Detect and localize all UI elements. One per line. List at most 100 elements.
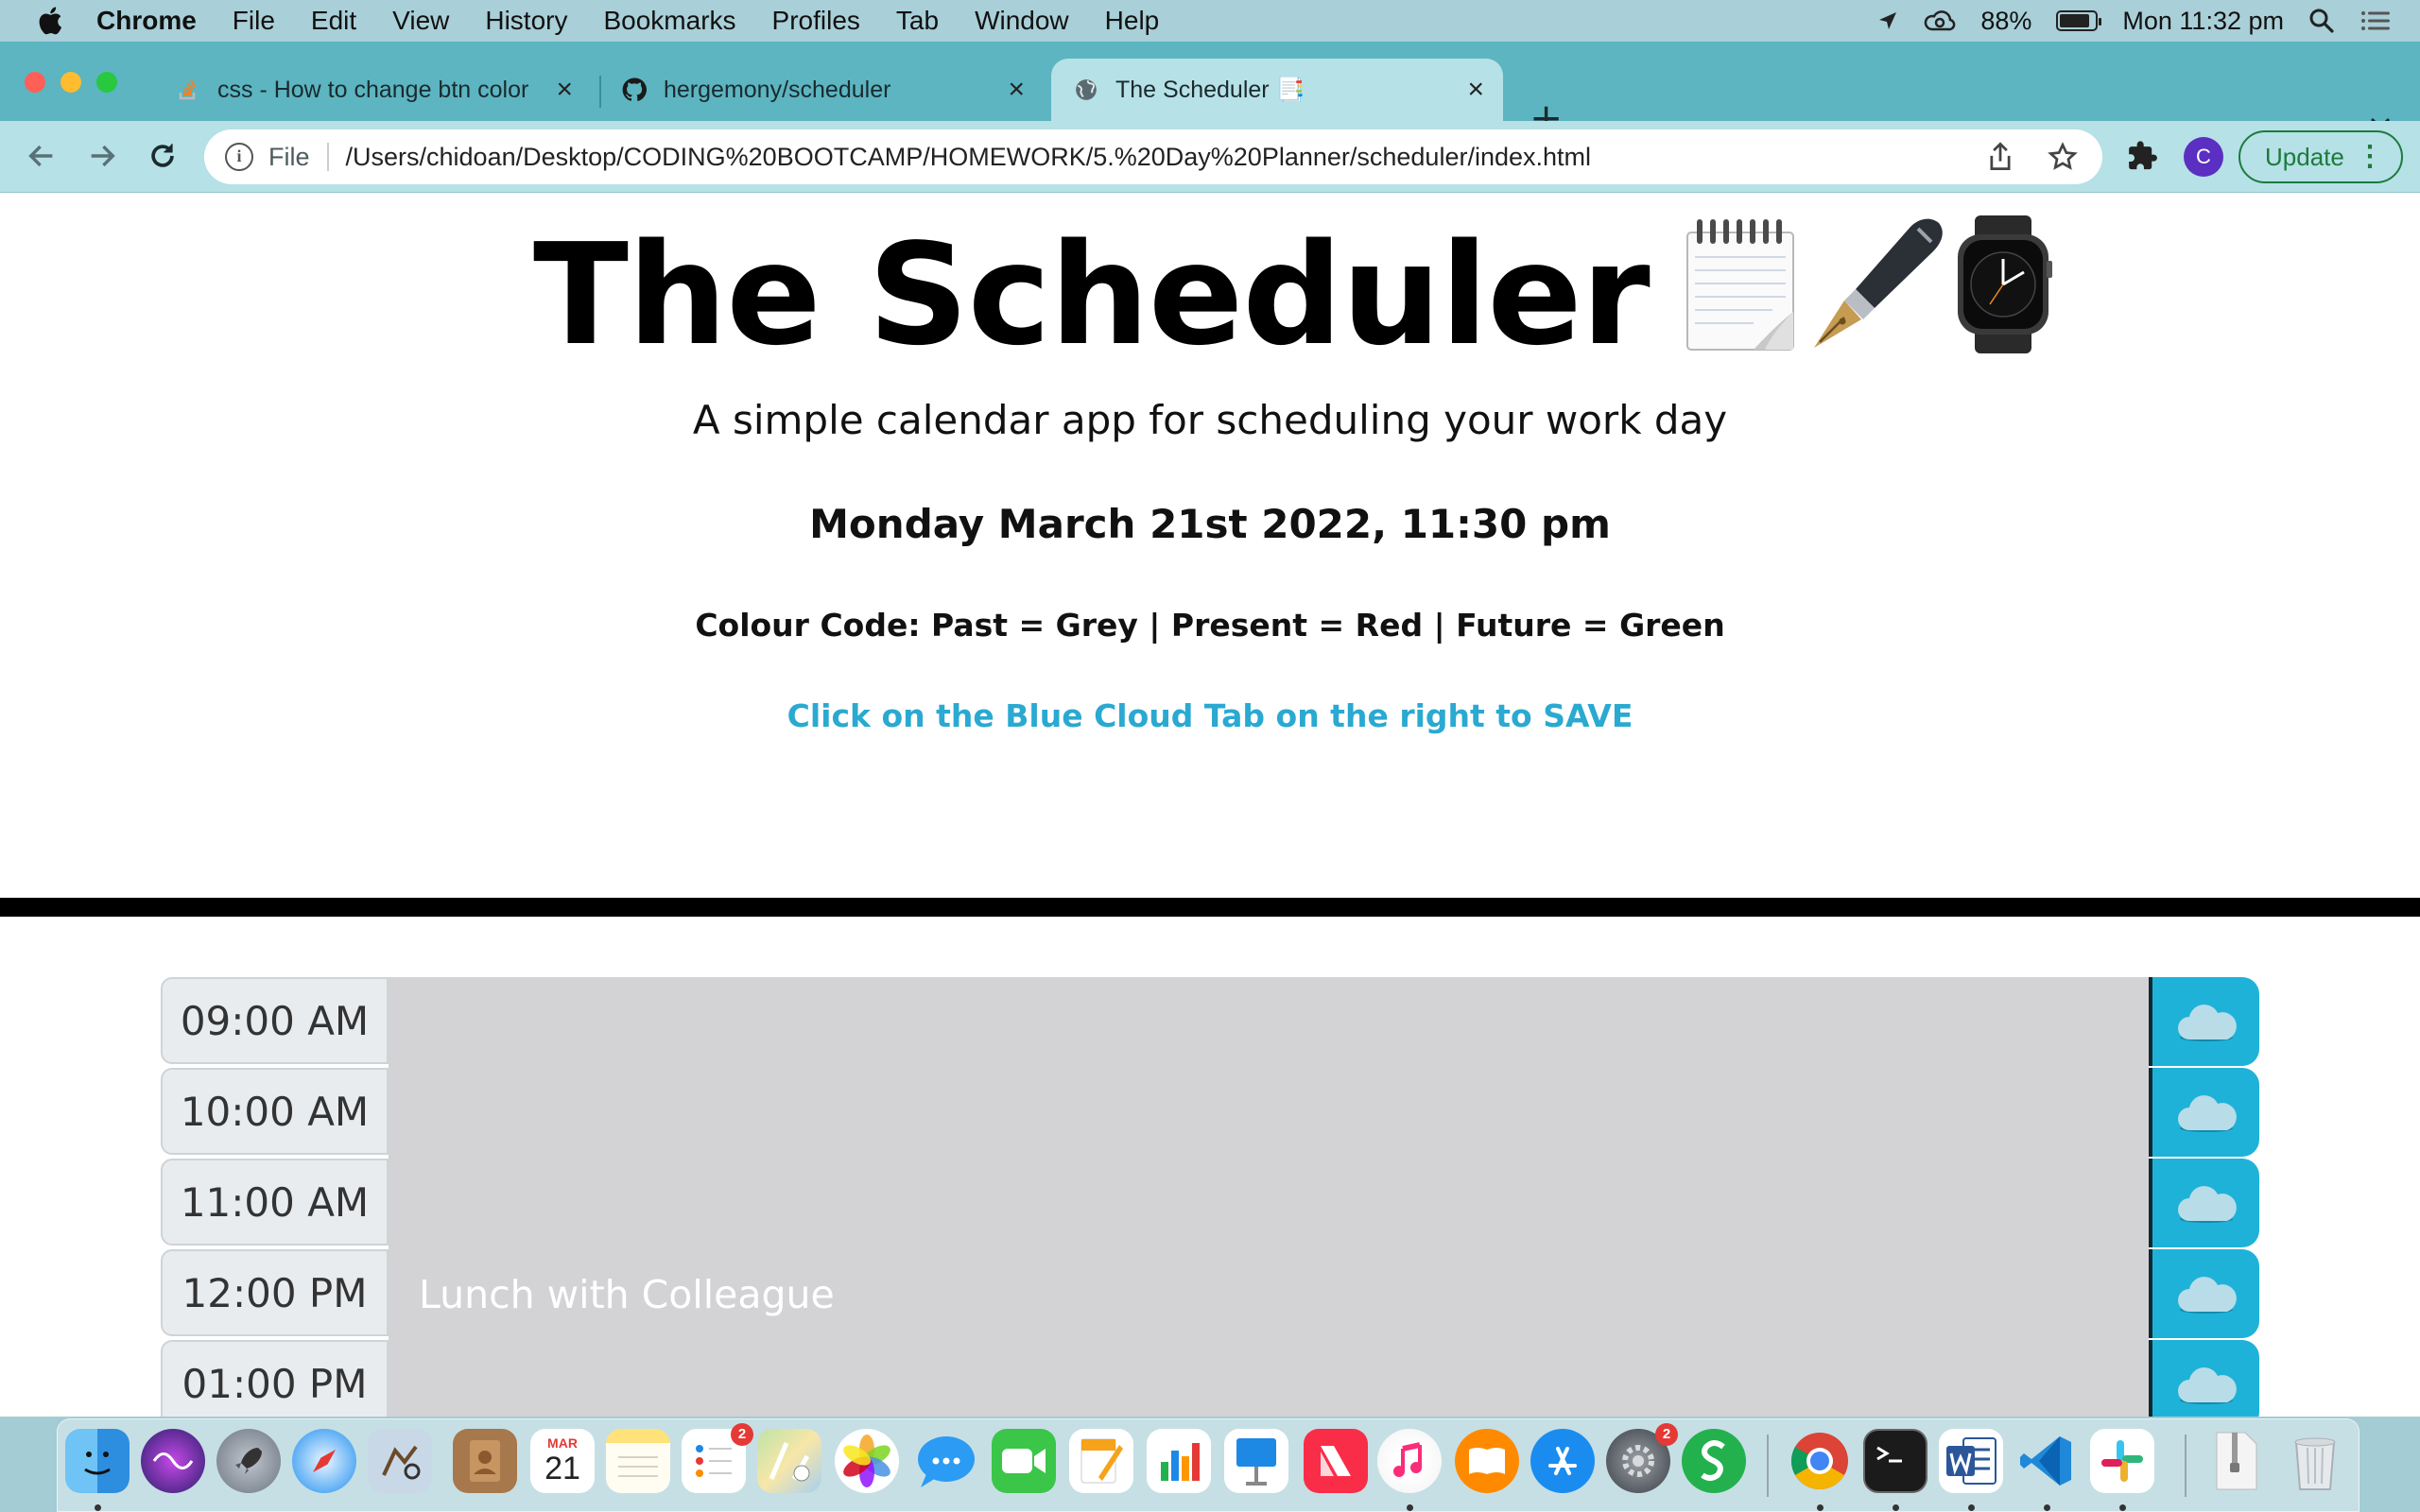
microsoft-word-icon[interactable] xyxy=(1939,1429,2003,1493)
kebab-menu-icon[interactable]: ⋮ xyxy=(2356,140,2384,173)
creative-cloud-icon[interactable] xyxy=(1924,9,1956,33)
scrivener-app-icon[interactable] xyxy=(1682,1429,1746,1493)
extensions-puzzle-icon[interactable] xyxy=(2127,140,2159,180)
menu-history[interactable]: History xyxy=(485,6,567,36)
stackoverflow-favicon-icon xyxy=(176,77,200,102)
running-indicator xyxy=(2119,1504,2126,1511)
save-button[interactable] xyxy=(2149,1249,2259,1338)
terminal-app-icon[interactable] xyxy=(1863,1429,1927,1493)
chrome-browser-icon[interactable] xyxy=(1788,1429,1852,1493)
save-button[interactable] xyxy=(2149,1340,2259,1417)
save-instructions: Click on the Blue Cloud Tab on the right… xyxy=(786,697,1634,734)
url-text[interactable]: /Users/chidoan/Desktop/CODING%20BOOTCAMP… xyxy=(346,143,1592,172)
maps-app-icon[interactable] xyxy=(757,1429,821,1493)
event-description-input[interactable] xyxy=(389,977,2149,1068)
menu-edit[interactable]: Edit xyxy=(311,6,356,36)
reload-icon[interactable] xyxy=(146,140,180,174)
tab-stackoverflow[interactable]: css - How to change btn color × xyxy=(168,59,592,121)
notes-app-icon[interactable] xyxy=(606,1429,670,1493)
hour-label: 10:00 AM xyxy=(161,1068,389,1155)
minimize-window-button[interactable] xyxy=(60,72,81,93)
menu-window[interactable]: Window xyxy=(975,6,1069,36)
event-description-input[interactable] xyxy=(389,1159,2149,1249)
spotlight-search-icon[interactable] xyxy=(2308,8,2335,34)
keynote-app-icon[interactable] xyxy=(1224,1429,1288,1493)
menu-view[interactable]: View xyxy=(392,6,449,36)
address-bar[interactable]: i File /Users/chidoan/Desktop/CODING%20B… xyxy=(204,129,2102,184)
page-subtitle: A simple calendar app for scheduling you… xyxy=(692,397,1728,443)
battery-icon[interactable] xyxy=(2056,10,2102,31)
location-arrow-icon[interactable] xyxy=(1876,9,1899,32)
tab-the-scheduler[interactable]: The Scheduler 📑 × xyxy=(1051,59,1503,121)
contacts-book-icon[interactable] xyxy=(453,1429,517,1493)
preview-app-icon[interactable] xyxy=(368,1429,432,1493)
launchpad-rocket-icon[interactable] xyxy=(216,1429,281,1493)
desktop-background: MAR 21 2 2 xyxy=(0,1417,2420,1512)
slack-app-icon[interactable] xyxy=(2090,1429,2154,1493)
running-indicator xyxy=(1893,1504,1899,1511)
apple-menu-icon[interactable] xyxy=(36,5,68,37)
share-icon[interactable] xyxy=(1987,142,2014,172)
app-store-icon[interactable] xyxy=(1530,1429,1595,1493)
event-description-input[interactable] xyxy=(389,1068,2149,1159)
numbers-app-icon[interactable] xyxy=(1147,1429,1211,1493)
update-button[interactable]: Update ⋮ xyxy=(2238,130,2403,183)
profile-avatar[interactable]: C xyxy=(2184,137,2223,177)
finder-icon[interactable] xyxy=(65,1429,130,1493)
zoom-window-button[interactable] xyxy=(96,72,117,93)
forward-arrow-icon[interactable] xyxy=(85,140,119,174)
calendar-app-icon[interactable]: MAR 21 xyxy=(530,1429,595,1493)
section-divider xyxy=(0,898,2420,917)
update-button-label: Update xyxy=(2265,142,2344,171)
save-button[interactable] xyxy=(2149,1159,2259,1247)
reminders-app-icon[interactable]: 2 xyxy=(682,1423,753,1493)
save-button[interactable] xyxy=(2149,1068,2259,1157)
close-tab-icon[interactable]: × xyxy=(556,74,573,106)
cloud-icon xyxy=(2177,1277,2237,1314)
control-center-list-icon[interactable] xyxy=(2360,9,2392,33)
cloud-icon xyxy=(2177,1095,2237,1132)
trash-icon[interactable] xyxy=(2283,1429,2347,1493)
back-arrow-icon[interactable] xyxy=(25,140,59,174)
archive-zip-icon[interactable] xyxy=(2204,1429,2268,1493)
messages-app-icon[interactable] xyxy=(914,1429,978,1493)
tab-separator xyxy=(599,76,601,108)
close-tab-icon[interactable]: × xyxy=(1008,74,1025,106)
menu-profiles[interactable]: Profiles xyxy=(772,6,860,36)
vscode-app-icon[interactable] xyxy=(2014,1429,2079,1493)
time-block-list: 09:00 AM 10:00 AM 11:00 AM 12:00 PM Lunc… xyxy=(161,977,2259,1417)
bookmark-star-icon[interactable] xyxy=(2048,142,2078,172)
save-button[interactable] xyxy=(2149,977,2259,1066)
tab-github[interactable]: hergemony/scheduler × xyxy=(609,59,1044,121)
calendar-day: 21 xyxy=(544,1451,580,1486)
pages-app-icon[interactable] xyxy=(1069,1429,1133,1493)
menu-help[interactable]: Help xyxy=(1105,6,1160,36)
menu-bookmarks[interactable]: Bookmarks xyxy=(603,6,735,36)
event-description-input[interactable] xyxy=(389,1340,2149,1417)
menubar-clock[interactable]: Mon 11:32 pm xyxy=(2122,7,2284,36)
menu-app-name[interactable]: Chrome xyxy=(96,6,197,36)
running-indicator xyxy=(1968,1504,1975,1511)
books-app-icon[interactable] xyxy=(1455,1429,1519,1493)
close-tab-icon[interactable]: × xyxy=(1467,74,1484,106)
facetime-app-icon[interactable] xyxy=(992,1429,1056,1493)
notepad-icon xyxy=(1685,219,1794,351)
system-preferences-gear-icon[interactable]: 2 xyxy=(1606,1423,1678,1493)
music-app-icon[interactable] xyxy=(1377,1429,1442,1493)
news-app-icon[interactable] xyxy=(1304,1429,1368,1493)
running-indicator xyxy=(1407,1504,1413,1511)
site-info-icon[interactable]: i xyxy=(225,143,253,171)
menu-file[interactable]: File xyxy=(233,6,275,36)
safari-compass-icon[interactable] xyxy=(292,1429,356,1493)
siri-icon[interactable] xyxy=(141,1429,205,1493)
photos-app-icon[interactable] xyxy=(835,1429,899,1493)
event-description-input[interactable]: Lunch with Colleague xyxy=(389,1249,2149,1340)
tab-title: The Scheduler 📑 xyxy=(1115,76,1305,103)
menubar-status-area: 88% Mon 11:32 pm xyxy=(1876,0,2392,42)
menu-tab[interactable]: Tab xyxy=(896,6,939,36)
close-window-button[interactable] xyxy=(25,72,45,93)
hour-label: 01:00 PM xyxy=(161,1340,389,1417)
fountain-pen-icon xyxy=(1813,218,1943,348)
github-favicon-icon xyxy=(622,77,647,102)
page-title: The Scheduler xyxy=(533,214,1651,376)
